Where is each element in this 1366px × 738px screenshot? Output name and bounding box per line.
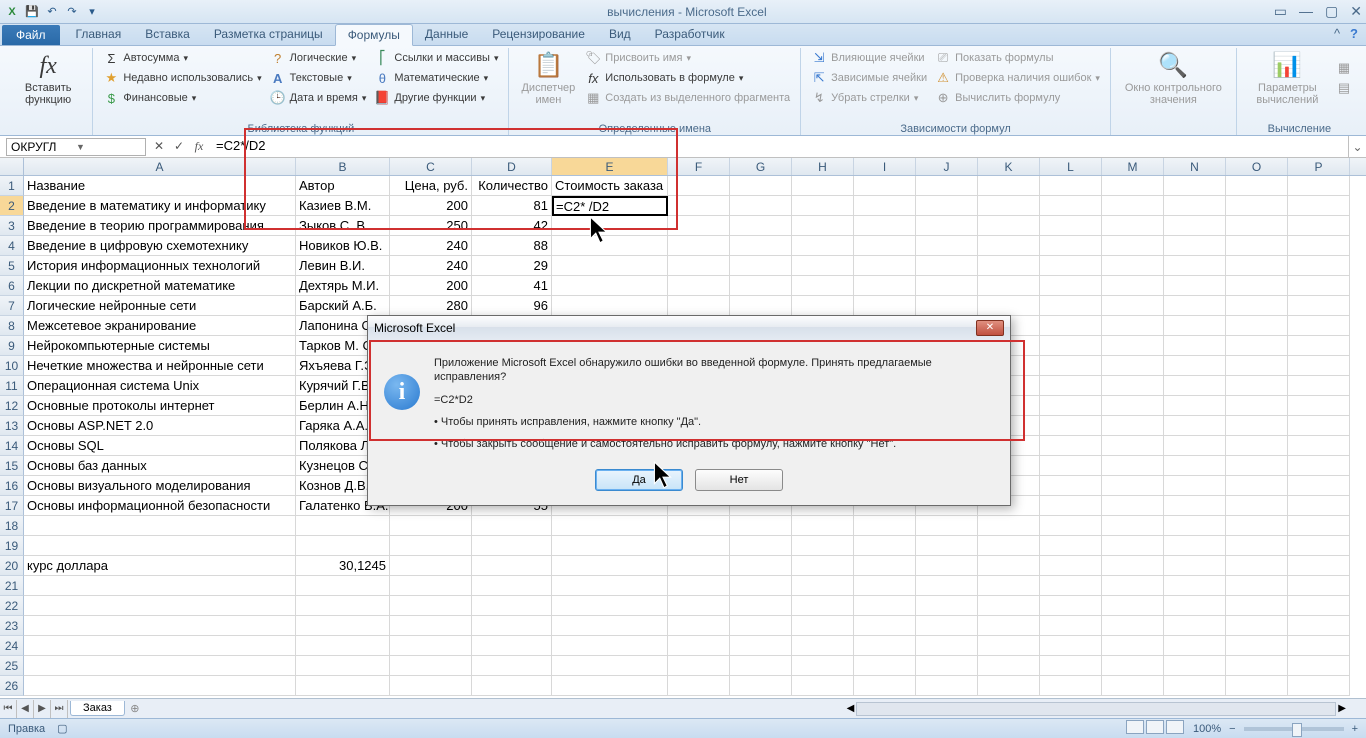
dialog-titlebar[interactable]: Microsoft Excel ✕ xyxy=(368,316,1010,340)
yes-button[interactable]: Да xyxy=(595,469,683,491)
dialog-message: Приложение Microsoft Excel обнаружило ош… xyxy=(434,356,994,451)
info-icon: i xyxy=(384,374,420,410)
no-button[interactable]: Нет xyxy=(695,469,783,491)
dialog-close-button[interactable]: ✕ xyxy=(976,320,1004,336)
dialog-title-text: Microsoft Excel xyxy=(374,321,455,335)
dialog-overlay: Microsoft Excel ✕ i Приложение Microsoft… xyxy=(0,0,1366,738)
error-dialog: Microsoft Excel ✕ i Приложение Microsoft… xyxy=(367,315,1011,506)
